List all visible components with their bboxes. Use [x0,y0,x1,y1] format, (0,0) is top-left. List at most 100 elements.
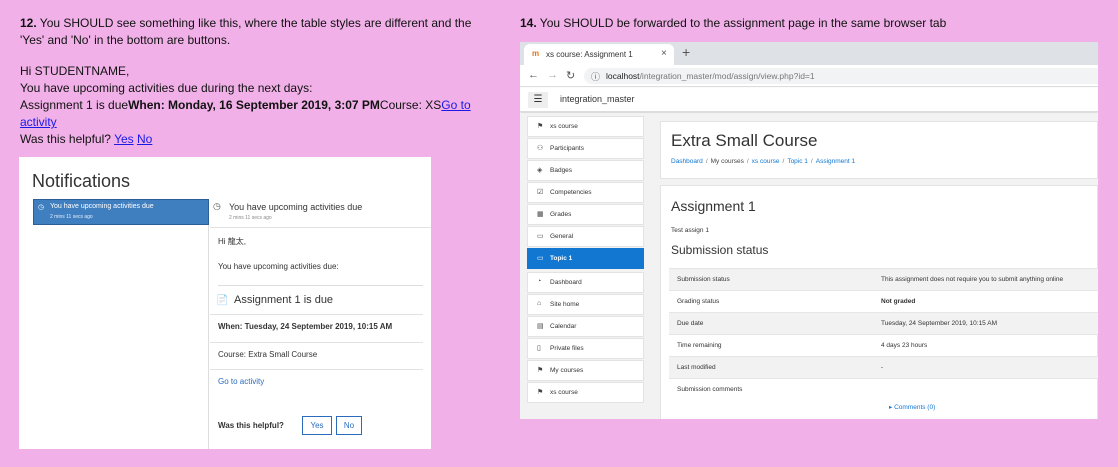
divider [210,369,423,370]
status-row: Last modified - [669,356,1098,378]
nav-item-dashboard[interactable]: ◔ Dashboard [527,272,644,293]
status-row: Submission comments ▸ Comments (0) [669,378,1098,419]
status-value: Not graded [881,298,916,305]
shield-icon: ◈ [537,167,543,174]
notification-item-time: 2 mins 11 secs ago [50,214,93,220]
step-number: 14. [520,16,537,30]
table-icon: ▦ [537,211,544,218]
nav-item-calendar[interactable]: ▤ Calendar [527,316,644,337]
email-assign-course: Course: XS [379,98,442,112]
divider [210,314,423,315]
assignment-description: Test assign 1 [671,227,709,234]
nav-item-label: xs course [550,389,578,396]
email-no-link[interactable]: No [137,132,152,146]
cap-icon: ⚑ [537,389,544,396]
no-button[interactable]: No [336,416,362,435]
status-value-cell [875,379,1098,400]
nav-item-general[interactable]: ▭ General [527,226,644,247]
email-assign-when: When: Monday, 16 September 2019, 3:07 PM [128,98,380,112]
status-label: Grading status [677,298,720,305]
submission-status-heading: Submission status [671,243,769,257]
step-14-instructions: 14. You SHOULD be forwarded to the assig… [520,15,946,31]
notifications-title: Notifications [32,171,131,191]
email-yes-link[interactable]: Yes [114,132,134,146]
browser-tab[interactable]: m xs course: Assignment 1 × [524,44,674,65]
nav-item-topic-1[interactable]: ▭ Topic 1 [527,248,644,269]
tab-bar: m xs course: Assignment 1 × + [520,42,1098,65]
new-tab-icon[interactable]: + [682,44,690,60]
nav-item-label: Competencies [550,189,592,196]
nav-item-label: Dashboard [550,279,582,286]
step-text: You SHOULD be forwarded to the assignmen… [536,16,947,30]
folder-icon: ▭ [537,233,544,240]
breadcrumb-dashboard[interactable]: Dashboard [671,158,703,165]
status-value-cell [875,357,1098,378]
breadcrumb: Dashboard / My courses / xs course / Topic 1/A… [671,158,855,165]
assignment-title: Assignment 1 [671,198,756,214]
assignment-icon: 📄 [216,295,229,306]
notification-item-title: You have upcoming activities due [50,203,154,210]
nav-item-grades[interactable]: ▦ Grades [527,204,644,225]
status-label: Submission status [677,276,730,283]
email-greeting: Hi STUDENTNAME, [20,64,130,78]
address-bar-row: ← → ↻ ⓘ localhost/integration_master/mod… [520,65,1098,87]
step-number: 12. [20,16,37,30]
close-tab-icon[interactable]: × [661,48,667,59]
breadcrumb-separator: / [746,158,749,165]
nav-item-label: Grades [550,211,572,218]
course-title: Extra Small Course [671,131,818,150]
nav-item-my-courses[interactable]: ⚑ My courses [527,360,644,381]
notifications-panel: Notifications ◷ You have upcoming activi… [19,157,431,449]
detail-greeting: Hi 龍太, [218,237,246,246]
email-upcoming: You have upcoming activities due during … [20,81,313,95]
nav-item-xs-course[interactable]: ⚑ xs course [527,116,644,137]
clock-icon: ◷ [38,204,45,211]
divider [210,342,423,343]
divider [210,227,431,228]
moodle-navbar: ☰ integration_master [520,88,1098,112]
yes-button[interactable]: Yes [302,416,332,435]
assignment-course: Course: Extra Small Course [218,350,318,359]
breadcrumb-course[interactable]: xs course [752,158,780,165]
info-icon[interactable]: ⓘ [591,70,600,83]
omnibox[interactable]: ⓘ localhost/integration_master/mod/assig… [584,68,1098,84]
status-label: Submission comments [677,386,743,393]
comments-link[interactable]: ▸ Comments (0) [889,403,935,411]
nav-item-participants[interactable]: ⚇ Participants [527,138,644,159]
breadcrumb-separator: / [810,158,813,165]
nav-item-competencies[interactable]: ☑ Competencies [527,182,644,203]
status-value: - [881,364,884,371]
email-helpful-question: Was this helpful? [20,132,115,146]
comments-label: Comments (0) [894,404,936,411]
nav-item-badges[interactable]: ◈ Badges [527,160,644,181]
nav-item-private-files[interactable]: ▯ Private files [527,338,644,359]
nav-item-label: Topic 1 [550,255,573,262]
breadcrumb-topic[interactable]: Topic 1 [787,158,808,165]
assignment-main: Assignment 1 Test assign 1 Submission st… [660,185,1098,419]
nav-item-xs-course[interactable]: ⚑ xs course [527,382,644,403]
moodle-content: ⚑ xs course ⚇ Participants ◈ Badges ☑ Competenc… [520,113,1098,419]
nav-item-label: General [550,233,574,240]
nav-item-label: Private files [550,345,584,352]
status-label: Time remaining [677,342,722,349]
course-header: Extra Small Course Dashboard / My courses /… [660,121,1098,179]
url-text[interactable]: localhost/integration_master/mod/assign/… [606,71,815,81]
status-row: Grading status Not graded [669,290,1098,312]
site-name[interactable]: integration_master [560,94,635,104]
moodle-favicon-icon: m [532,49,540,58]
dashboard-icon: ◔ [537,278,542,285]
notification-list-item[interactable]: ◷ You have upcoming activities due 2 min… [33,199,209,225]
go-to-activity-link[interactable]: Go to activity [218,377,264,386]
reload-icon[interactable]: ↻ [566,69,575,82]
hamburger-menu-icon[interactable]: ☰ [528,92,548,108]
tab-title: xs course: Assignment 1 [546,50,633,59]
nav-item-site-home[interactable]: ⌂ Site home [527,294,644,315]
breadcrumb-assignment[interactable]: Assignment 1 [816,158,855,165]
back-icon[interactable]: ← [528,69,539,81]
browser-window: m xs course: Assignment 1 × + ← → ↻ ⓘ lo… [520,42,1098,419]
calendar-icon: ▤ [537,323,544,330]
check-square-icon: ☑ [537,189,544,196]
status-label: Last modified [677,364,716,371]
breadcrumb-my-courses: My courses [710,158,744,165]
forward-icon[interactable]: → [547,69,558,81]
